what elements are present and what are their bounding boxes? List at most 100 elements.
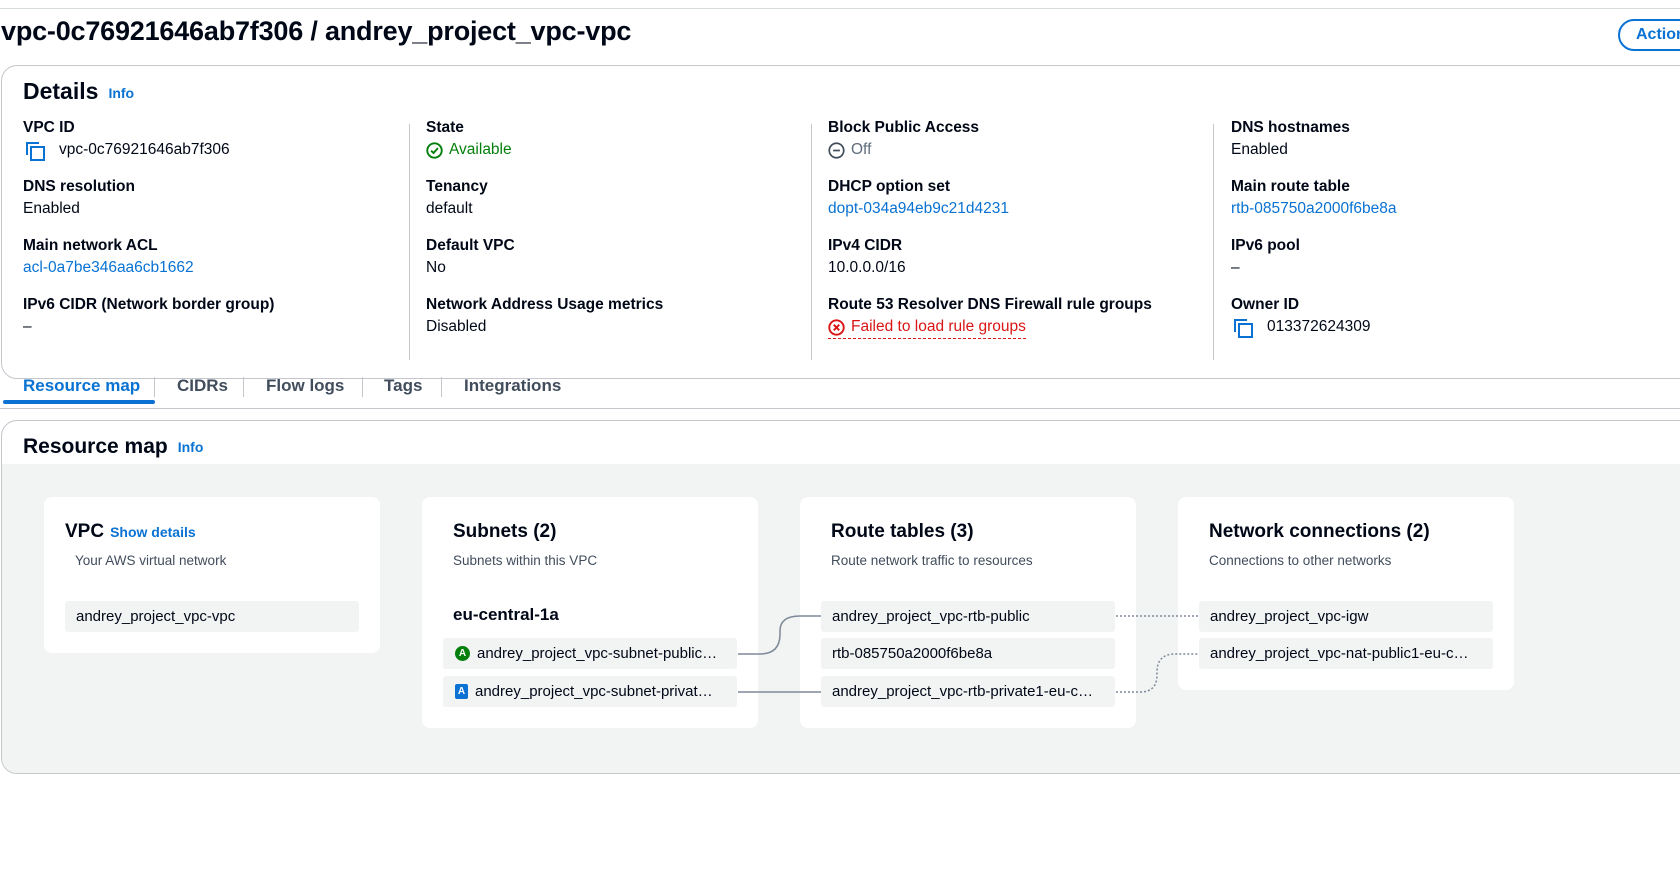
subnet-item-private[interactable]: Aandrey_project_vpc-subnet-privat…: [443, 676, 737, 707]
detail-value-row: Off: [828, 140, 1228, 160]
vpc-card-title: VPC Show details: [65, 521, 196, 543]
detail-field: IPv6 pool –: [1231, 236, 1631, 278]
detail-field: DHCP option set dopt-034a94eb9c21d4231: [828, 177, 1228, 219]
detail-label: Main network ACL: [23, 237, 158, 254]
vpc-card: VPC Show details Your AWS virtual network…: [44, 497, 380, 653]
network-connections-card-subtitle: Connections to other networks: [1209, 553, 1392, 568]
detail-field: VPC ID vpc-0c76921646ab7f306: [23, 118, 423, 161]
detail-value: Off: [851, 141, 872, 158]
detail-value: Enabled: [1231, 141, 1288, 158]
detail-link[interactable]: acl-0a7be346aa6cb1662: [23, 258, 194, 278]
vpc-item[interactable]: andrey_project_vpc-vpc: [65, 601, 359, 632]
detail-value: –: [23, 318, 32, 335]
tab-tags[interactable]: Tags: [384, 376, 422, 396]
detail-value-row[interactable]: Failed to load rule groups: [828, 317, 1026, 339]
copy-icon[interactable]: [23, 140, 45, 161]
detail-link[interactable]: dopt-034a94eb9c21d4231: [828, 199, 1009, 219]
subnets-card-subtitle: Subnets within this VPC: [453, 553, 598, 568]
detail-field: IPv4 CIDR 10.0.0.0/16: [828, 236, 1228, 278]
show-details-link[interactable]: Show details: [110, 524, 196, 540]
detail-field: Owner ID 013372624309: [1231, 295, 1631, 338]
stopped-minus-icon: [828, 141, 845, 159]
detail-value-row: –: [1231, 258, 1631, 278]
top-divider: [0, 8, 1680, 9]
detail-value: No: [426, 259, 446, 276]
copy-icon[interactable]: [1231, 317, 1253, 338]
tab-separator: [441, 377, 442, 397]
detail-label: Main route table: [1231, 178, 1350, 195]
detail-label: IPv6 CIDR (Network border group): [23, 296, 275, 313]
detail-field: Main route table rtb-085750a2000f6be8a: [1231, 177, 1631, 219]
resource-map-title: Resource map: [23, 435, 168, 458]
page-title: vpc-0c76921646ab7f306 / andrey_project_v…: [1, 16, 632, 46]
tab-separator: [243, 377, 244, 397]
detail-value-row: rtb-085750a2000f6be8a: [1231, 199, 1631, 219]
detail-value: 10.0.0.0/16: [828, 259, 906, 276]
detail-field: Block Public Access Off: [828, 118, 1228, 160]
route-tables-card: Route tables (3) Route network traffic t…: [800, 497, 1136, 728]
detail-field: Default VPC No: [426, 236, 826, 278]
details-title: Details: [23, 78, 99, 104]
tab-flow-logs[interactable]: Flow logs: [266, 376, 344, 396]
public-subnet-badge-icon: A: [455, 645, 470, 661]
subnets-card-title: Subnets (2): [453, 521, 557, 542]
detail-value-row: acl-0a7be346aa6cb1662: [23, 258, 423, 278]
network-connection-item[interactable]: andrey_project_vpc-igw: [1199, 601, 1493, 632]
detail-value-row: –: [23, 317, 423, 337]
actions-button[interactable]: Actions: [1618, 19, 1680, 51]
detail-field: State Available: [426, 118, 826, 160]
tab-cidrs[interactable]: CIDRs: [177, 376, 228, 396]
detail-label: VPC ID: [23, 119, 75, 136]
detail-label: IPv4 CIDR: [828, 237, 903, 254]
detail-label: Route 53 Resolver DNS Firewall rule grou…: [828, 296, 1152, 313]
tab-separator: [362, 377, 363, 397]
detail-value: Available: [449, 141, 512, 158]
route-tables-card-title: Route tables (3): [831, 521, 974, 542]
resource-map-info-link[interactable]: Info: [178, 439, 204, 455]
detail-value-row: Enabled: [23, 199, 423, 219]
detail-label: Network Address Usage metrics: [426, 296, 664, 313]
detail-label: DNS resolution: [23, 178, 135, 195]
detail-value-row: dopt-034a94eb9c21d4231: [828, 199, 1228, 219]
route-table-item[interactable]: andrey_project_vpc-rtb-private1-eu-c…: [821, 676, 1115, 707]
detail-value: default: [426, 200, 473, 217]
detail-field: Tenancy default: [426, 177, 826, 219]
detail-value: vpc-0c76921646ab7f306: [59, 141, 230, 158]
detail-label: State: [426, 119, 464, 136]
network-connections-card-title: Network connections (2): [1209, 521, 1430, 542]
tab-separator: [154, 377, 155, 397]
route-table-item[interactable]: andrey_project_vpc-rtb-public: [821, 601, 1115, 632]
detail-label: DNS hostnames: [1231, 119, 1350, 136]
detail-field: IPv6 CIDR (Network border group) –: [23, 295, 423, 337]
details-heading: Details Info: [23, 78, 134, 105]
detail-field: DNS resolution Enabled: [23, 177, 423, 219]
detail-field: Route 53 Resolver DNS Firewall rule grou…: [828, 295, 1228, 341]
error-x-icon: [828, 318, 845, 336]
network-connection-item[interactable]: andrey_project_vpc-nat-public1-eu-c…: [1199, 638, 1493, 669]
subnet-item-public[interactable]: Aandrey_project_vpc-subnet-public…: [443, 638, 737, 669]
subnet-label: andrey_project_vpc-subnet-privat…: [475, 683, 713, 700]
route-tables-card-subtitle: Route network traffic to resources: [831, 553, 1033, 568]
detail-field: Main network ACL acl-0a7be346aa6cb1662: [23, 236, 423, 278]
detail-value-row: vpc-0c76921646ab7f306: [23, 140, 423, 161]
detail-link[interactable]: rtb-085750a2000f6be8a: [1231, 199, 1396, 219]
tab-resource-map[interactable]: Resource map: [23, 376, 140, 396]
detail-label: DHCP option set: [828, 178, 950, 195]
detail-value-row: default: [426, 199, 826, 219]
success-check-icon: [426, 141, 443, 159]
subnet-label: andrey_project_vpc-subnet-public…: [477, 645, 718, 662]
active-tab-indicator: [3, 400, 155, 404]
detail-value: –: [1231, 259, 1240, 276]
route-table-item[interactable]: rtb-085750a2000f6be8a: [821, 638, 1115, 669]
private-subnet-badge-icon: A: [455, 683, 468, 699]
tab-integrations[interactable]: Integrations: [464, 376, 561, 396]
detail-value-row: Disabled: [426, 317, 826, 337]
detail-label: IPv6 pool: [1231, 237, 1300, 254]
details-info-link[interactable]: Info: [108, 85, 134, 101]
detail-label: Block Public Access: [828, 119, 980, 136]
detail-label: Tenancy: [426, 178, 488, 195]
resource-map-heading: Resource map Info: [23, 435, 203, 459]
vpc-card-title-text: VPC: [65, 521, 105, 542]
detail-value-row: Available: [426, 140, 826, 160]
detail-value-row: No: [426, 258, 826, 278]
